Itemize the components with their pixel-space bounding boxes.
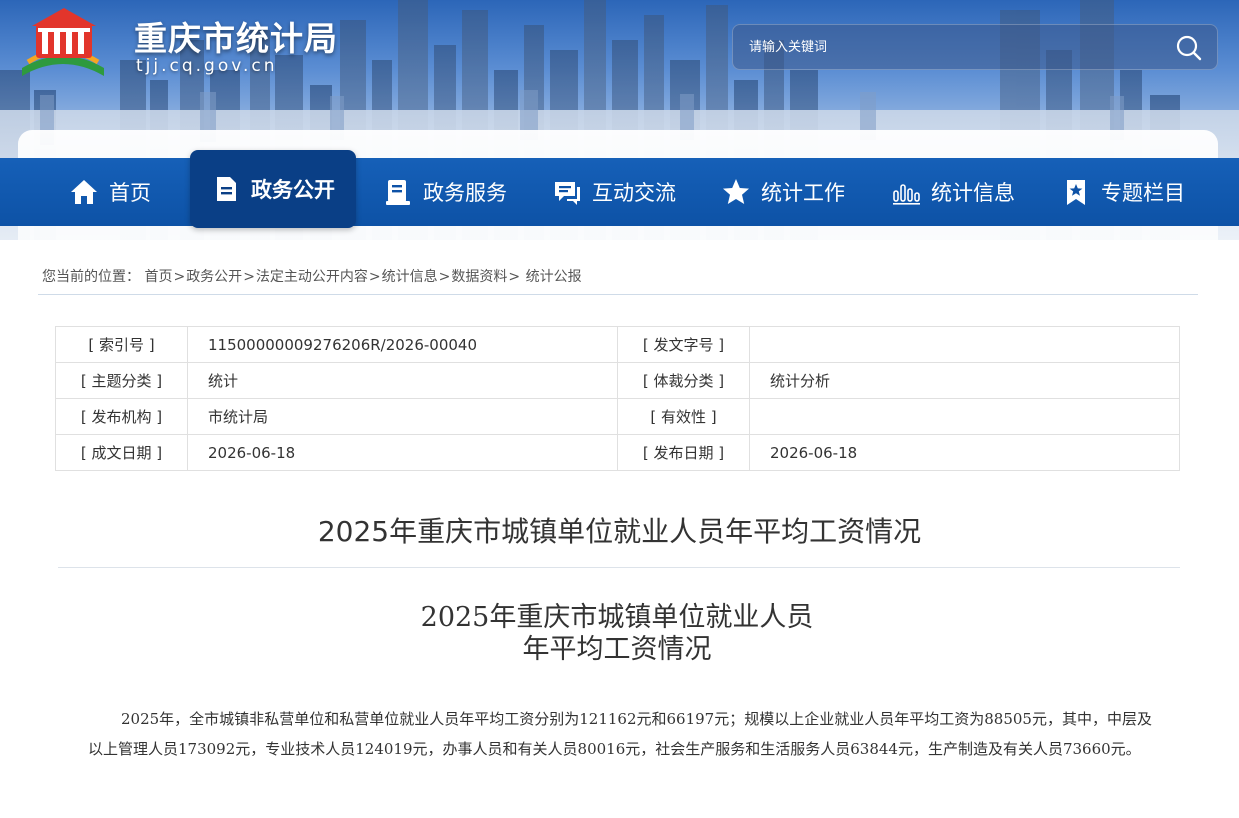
- nav-special-topics[interactable]: 专题栏目: [1046, 158, 1200, 226]
- meta-label: [ 发布日期 ]: [617, 434, 750, 471]
- breadcrumb-item-statutory-disclosure[interactable]: 法定主动公开内容: [256, 269, 368, 285]
- nav-government-affairs-label: 政务公开: [251, 178, 335, 202]
- breadcrumb-item-statistics-info[interactable]: 统计信息: [382, 269, 438, 285]
- meta-value-publish-date: 2026-06-18: [749, 434, 1180, 471]
- nav-government-services-label: 政务服务: [423, 181, 507, 205]
- nav-statistics-info[interactable]: 统计信息: [876, 158, 1030, 226]
- breadcrumb-item-home[interactable]: 首页: [144, 269, 172, 285]
- meta-label: [ 索引号 ]: [55, 326, 188, 363]
- logo-icon[interactable]: [18, 6, 108, 80]
- breadcrumb-separator: >: [173, 269, 186, 285]
- main-nav: 首页 政务公开 政务服务 互动交流 统计工作 统计信息 专题栏目: [0, 150, 1239, 228]
- document-meta-table: [ 索引号 ] 11500000009276206R/2026-00040 [ …: [55, 326, 1180, 471]
- nav-government-services[interactable]: 政务服务: [370, 158, 520, 226]
- meta-label: [ 体裁分类 ]: [617, 362, 750, 399]
- search-icon[interactable]: [1175, 34, 1203, 62]
- table-row: [ 主题分类 ] 统计 [ 体裁分类 ] 统计分析: [55, 362, 1180, 399]
- article-subtitle: 2025年重庆市城镇单位就业人员 年平均工资情况: [0, 602, 1234, 666]
- meta-label: [ 主题分类 ]: [55, 362, 188, 399]
- meta-value-genre: 统计分析: [749, 362, 1180, 399]
- title-divider: [58, 567, 1180, 568]
- meta-label: [ 有效性 ]: [617, 398, 750, 435]
- meta-label: [ 成文日期 ]: [55, 434, 188, 471]
- search-box: [732, 24, 1218, 70]
- article-subtitle-line: 2025年重庆市城镇单位就业人员: [420, 602, 814, 633]
- site-domain: tjj.cq.gov.cn: [136, 56, 278, 76]
- star-icon: [723, 179, 749, 204]
- breadcrumb-separator: >: [368, 269, 381, 285]
- nav-statistics-info-label: 统计信息: [931, 181, 1015, 205]
- breadcrumb-item-bulletin[interactable]: 统计公报: [526, 269, 582, 285]
- nav-home-label: 首页: [109, 181, 151, 205]
- breadcrumb-separator: >: [243, 269, 255, 285]
- article-subtitle-line: 年平均工资情况: [522, 634, 712, 665]
- meta-value-validity: [749, 398, 1180, 435]
- site-name[interactable]: 重庆市统计局: [134, 12, 338, 60]
- meta-label: [ 发文字号 ]: [617, 326, 750, 363]
- nav-statistics-work-label: 统计工作: [761, 181, 845, 205]
- bar-chart-icon: [893, 184, 920, 205]
- breadcrumb-item-data[interactable]: 数据资料: [451, 269, 507, 285]
- article-title: 2025年重庆市城镇单位就业人员年平均工资情况: [317, 515, 922, 548]
- nav-statistics-work[interactable]: 统计工作: [706, 158, 860, 226]
- nav-interaction-label: 互动交流: [592, 181, 676, 205]
- breadcrumb-item-government-affairs[interactable]: 政务公开: [186, 269, 242, 285]
- search-input[interactable]: [733, 25, 1163, 69]
- bookmark-icon: [1067, 180, 1085, 205]
- document-icon: [217, 177, 236, 201]
- meta-label: [ 发布机构 ]: [55, 398, 188, 435]
- breadcrumb-divider: [38, 294, 1198, 295]
- nav-interaction[interactable]: 互动交流: [536, 158, 692, 226]
- breadcrumb-separator: >: [438, 269, 451, 285]
- service-icon: [386, 180, 410, 205]
- home-icon: [71, 180, 97, 204]
- table-row: [ 发布机构 ] 市统计局 [ 有效性 ]: [55, 398, 1180, 435]
- meta-value-written-date: 2026-06-18: [187, 434, 618, 471]
- meta-value-index-number: 11500000009276206R/2026-00040: [187, 326, 618, 363]
- meta-value-topic: 统计: [187, 362, 618, 399]
- meta-value-publisher: 市统计局: [187, 398, 618, 435]
- breadcrumb: 您当前的位置： 首页>政务公开>法定主动公开内容>统计信息>数据资料> 统计公报: [42, 266, 582, 286]
- table-row: [ 索引号 ] 11500000009276206R/2026-00040 [ …: [55, 326, 1180, 363]
- nav-special-topics-label: 专题栏目: [1101, 181, 1185, 205]
- table-row: [ 成文日期 ] 2026-06-18 [ 发布日期 ] 2026-06-18: [55, 434, 1180, 471]
- article-paragraph: 2025年，全市城镇非私营单位和私营单位就业人员年平均工资分别为121162元和…: [88, 710, 1152, 758]
- meta-value-document-number: [749, 326, 1180, 363]
- nav-home[interactable]: 首页: [40, 158, 180, 226]
- breadcrumb-prefix: 您当前的位置：: [42, 269, 140, 285]
- chat-icon: [555, 182, 580, 205]
- breadcrumb-separator: >: [508, 269, 521, 285]
- nav-government-affairs[interactable]: 政务公开: [190, 150, 356, 228]
